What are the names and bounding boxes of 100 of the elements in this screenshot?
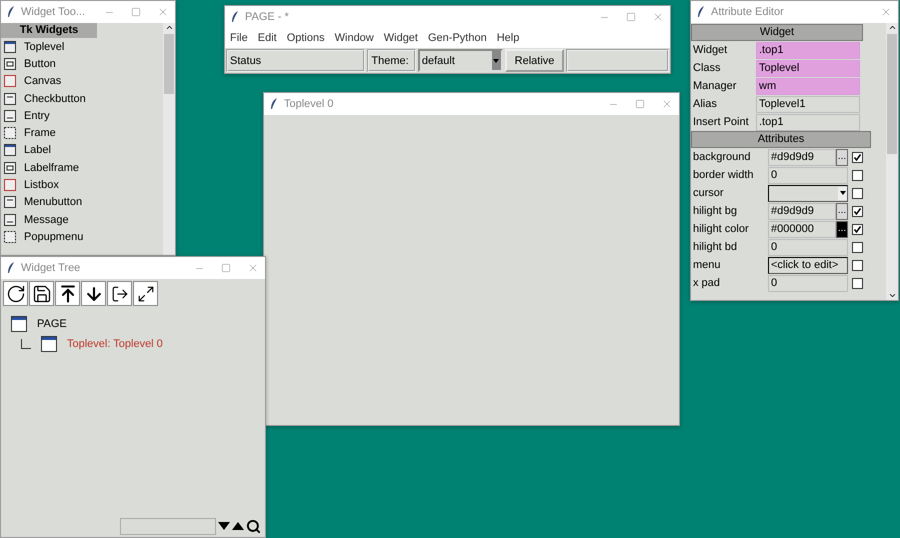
widget-list-item[interactable]: Menubutton xyxy=(1,194,163,211)
widget-icon xyxy=(4,214,16,226)
window-title: Toplevel 0 xyxy=(284,98,335,110)
widget-list-item[interactable]: Checkbutton xyxy=(1,90,163,108)
section-header: Widget xyxy=(691,24,863,41)
feather-icon xyxy=(697,6,705,18)
maximize-icon[interactable] xyxy=(221,263,231,273)
scrollbar[interactable] xyxy=(886,23,898,300)
scrollbar-thumb[interactable] xyxy=(887,34,897,154)
widget-icon xyxy=(4,75,16,88)
attribute-label: border width xyxy=(692,169,755,181)
checkbox[interactable] xyxy=(852,224,863,234)
scrollbar-thumb[interactable] xyxy=(164,34,174,94)
value-field[interactable]: #d9d9d9 xyxy=(768,202,836,220)
checkbox[interactable] xyxy=(852,206,863,216)
widget-list-item[interactable]: Labelframe xyxy=(1,159,163,176)
dropdown-arrow-icon xyxy=(493,58,500,62)
value-field[interactable]: 0 xyxy=(768,274,848,292)
window-icon xyxy=(11,316,27,332)
relative-button[interactable]: Relative xyxy=(504,49,564,72)
close-icon[interactable] xyxy=(661,98,673,110)
widget-list-item[interactable]: Button xyxy=(1,55,163,73)
widget-list-item[interactable]: Entry xyxy=(1,107,163,124)
section-header: Tk Widgets xyxy=(1,23,97,38)
close-icon[interactable] xyxy=(157,6,169,18)
cursor-dropdown[interactable] xyxy=(768,184,848,202)
value-field[interactable]: .top1 xyxy=(756,42,860,58)
attribute-label: hilight bd xyxy=(692,241,738,253)
widget-list-item[interactable]: Frame xyxy=(1,124,163,142)
menu-item[interactable]: Edit xyxy=(258,32,277,44)
value-field[interactable]: #d9d9d9 xyxy=(768,148,836,166)
menu-item[interactable]: File xyxy=(230,32,248,44)
move-down-button[interactable] xyxy=(81,281,106,306)
color-picker-button[interactable]: ... xyxy=(836,220,848,238)
value-field[interactable]: .top1 xyxy=(756,114,860,130)
close-icon[interactable] xyxy=(880,6,892,18)
widget-icon xyxy=(4,92,16,105)
move-top-button[interactable] xyxy=(55,281,80,306)
export-button[interactable] xyxy=(107,281,132,306)
attribute-label: Insert Point xyxy=(692,116,750,128)
window-title: Widget Too... xyxy=(21,6,86,18)
attribute-label: Alias xyxy=(692,98,718,110)
tree-node[interactable]: PAGE xyxy=(37,318,67,330)
attribute-label: x pad xyxy=(692,277,721,289)
expand-button[interactable] xyxy=(133,281,158,306)
search-field[interactable] xyxy=(120,518,216,534)
widget-icon xyxy=(4,162,16,174)
value-field[interactable]: Toplevel xyxy=(756,60,860,76)
status-label: Status xyxy=(226,49,366,72)
scrollbar[interactable] xyxy=(163,23,175,255)
value-field[interactable]: 0 xyxy=(768,238,848,256)
widget-list-item[interactable]: Canvas xyxy=(1,72,163,90)
checkbox[interactable] xyxy=(852,278,863,288)
menu-item[interactable]: Gen-Python xyxy=(428,32,487,44)
tree-node[interactable]: Toplevel: Toplevel 0 xyxy=(67,338,163,350)
maximize-icon[interactable] xyxy=(626,12,636,22)
close-icon[interactable] xyxy=(247,262,259,274)
menu-editor-field[interactable]: <click to edit> xyxy=(768,256,848,274)
window-title: Widget Tree xyxy=(21,262,82,274)
widget-icon xyxy=(4,230,16,243)
value-field[interactable]: wm xyxy=(756,78,860,94)
menu-item[interactable]: Help xyxy=(496,32,520,44)
down-arrow-icon[interactable] xyxy=(218,522,230,530)
value-field[interactable]: Toplevel1 xyxy=(756,96,860,112)
attribute-label: background xyxy=(692,151,752,163)
maximize-icon[interactable] xyxy=(635,99,645,109)
color-picker-button[interactable]: ... xyxy=(836,202,848,220)
tree-connector xyxy=(21,339,31,349)
menu-item[interactable]: Window xyxy=(334,32,374,44)
widget-icon xyxy=(4,196,16,208)
value-field[interactable]: 0 xyxy=(768,166,848,184)
theme-label: Theme: xyxy=(367,49,416,72)
value-field[interactable]: #000000 xyxy=(768,220,836,238)
checkbox[interactable] xyxy=(852,188,863,198)
search-icon[interactable] xyxy=(246,518,261,534)
theme-dropdown[interactable]: default xyxy=(418,49,503,72)
window-title: Attribute Editor xyxy=(711,6,785,18)
attribute-label: Class xyxy=(692,62,722,74)
close-icon[interactable] xyxy=(652,11,664,23)
checkbox[interactable] xyxy=(852,242,863,252)
widget-list-item[interactable]: Toplevel xyxy=(1,38,163,56)
color-picker-button[interactable]: ... xyxy=(836,148,848,166)
up-arrow-icon[interactable] xyxy=(232,522,244,530)
widget-list-item[interactable]: Popupmenu xyxy=(1,228,163,246)
refresh-icon xyxy=(6,284,26,304)
refresh-button[interactable] xyxy=(3,281,28,306)
checkbox[interactable] xyxy=(852,152,863,162)
maximize-icon[interactable] xyxy=(131,7,141,17)
checkbox[interactable] xyxy=(852,170,863,180)
menu-item[interactable]: Widget xyxy=(384,32,418,44)
widget-list-item[interactable]: Listbox xyxy=(1,176,163,194)
checkbox[interactable] xyxy=(852,260,863,270)
scroll-down-icon[interactable] xyxy=(888,291,896,300)
widget-list-item[interactable]: Label xyxy=(1,142,163,160)
feather-icon xyxy=(7,6,15,18)
scroll-up-icon[interactable] xyxy=(888,23,896,32)
scroll-up-icon[interactable] xyxy=(164,23,174,32)
menu-item[interactable]: Options xyxy=(286,32,325,44)
widget-list-item[interactable]: Message xyxy=(1,210,163,228)
save-button[interactable] xyxy=(29,281,54,306)
